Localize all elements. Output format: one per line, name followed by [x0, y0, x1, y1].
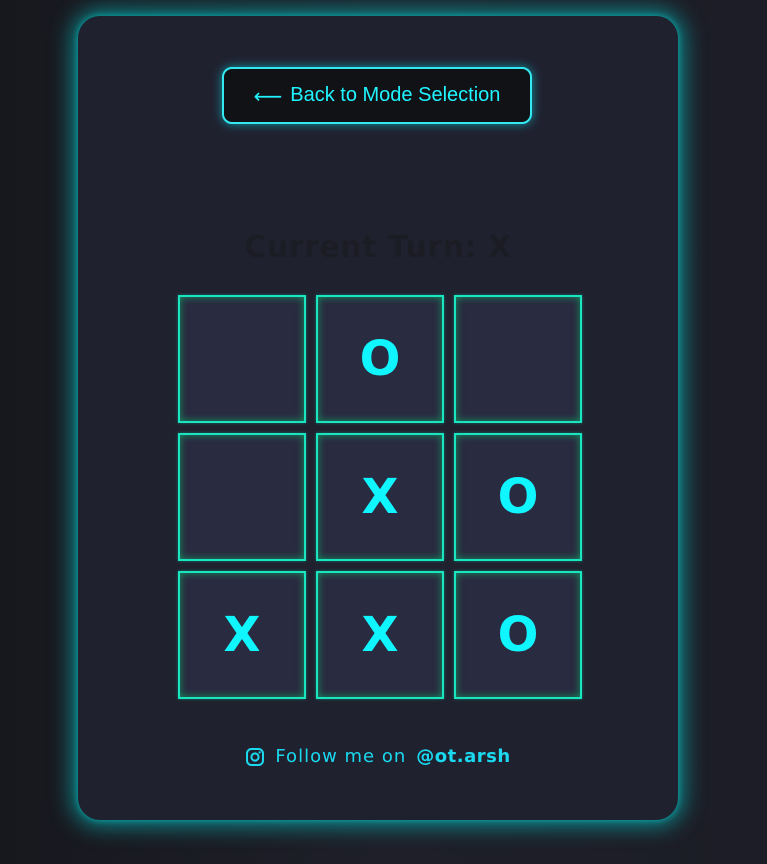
follow-label: Follow me on — [275, 746, 407, 767]
game-board: O X O X X O — [178, 295, 582, 699]
back-button-label: Back to Mode Selection — [290, 84, 501, 106]
board-cell-2[interactable]: O — [316, 295, 444, 423]
instagram-handle-link[interactable]: @ot.arsh — [416, 746, 510, 767]
board-cell-5[interactable]: X — [316, 433, 444, 561]
back-arrow-icon: ⟵ — [253, 83, 283, 108]
board-cell-1[interactable] — [178, 295, 306, 423]
game-card: ⟵ Back to Mode Selection Current Turn: X… — [78, 16, 678, 820]
back-to-mode-selection-button[interactable]: ⟵ Back to Mode Selection — [222, 67, 532, 124]
board-cell-3[interactable] — [454, 295, 582, 423]
follow-footer: Follow me on @ot.arsh — [78, 746, 678, 767]
instagram-icon[interactable] — [245, 747, 265, 767]
current-turn-status: Current Turn: X — [244, 230, 512, 265]
board-cell-4[interactable] — [178, 433, 306, 561]
board-cell-8[interactable]: X — [316, 571, 444, 699]
board-cell-9[interactable]: O — [454, 571, 582, 699]
board-cell-6[interactable]: O — [454, 433, 582, 561]
board-cell-7[interactable]: X — [178, 571, 306, 699]
